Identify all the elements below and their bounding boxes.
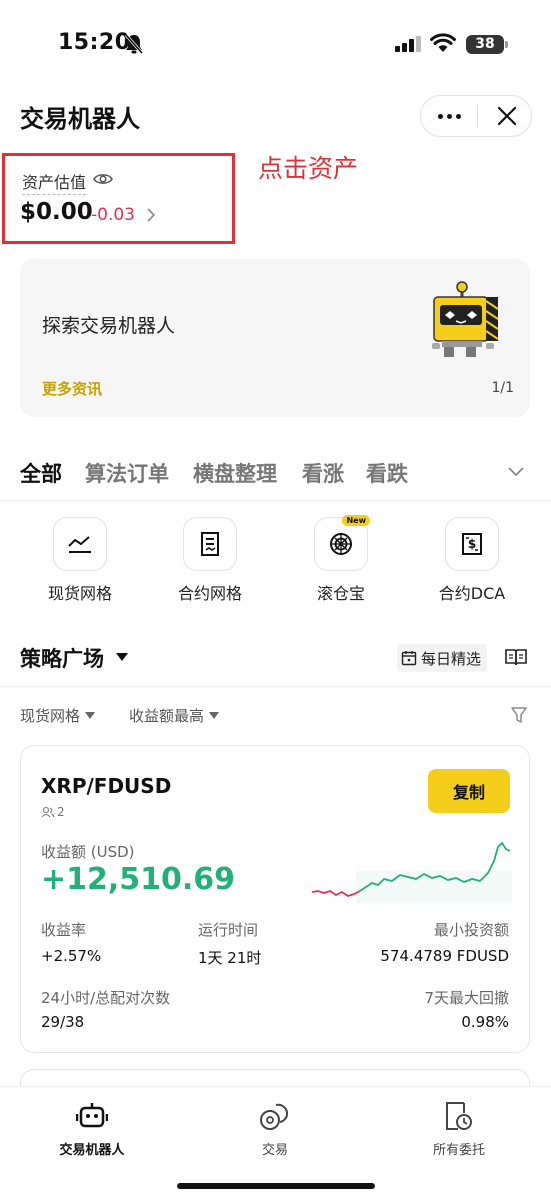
plaza-title[interactable]: 策略广场 xyxy=(20,643,104,673)
filter-sort[interactable]: 收益额最高 xyxy=(129,705,220,726)
annotation-text: 点击资产 xyxy=(258,154,359,183)
svg-text:$: $ xyxy=(468,537,476,551)
filter-funnel-icon[interactable] xyxy=(510,706,528,724)
more-icon[interactable] xyxy=(421,96,477,136)
runtime-value: 1天 21时 xyxy=(198,949,262,967)
drawdown-label: 7天最大回撤 xyxy=(424,989,509,1007)
strategy-label: 现货网格 xyxy=(47,584,112,603)
nav-label: 交易机器人 xyxy=(59,1143,125,1158)
page-title: 交易机器人 xyxy=(20,105,140,133)
banner-page-indicator: 1/1 xyxy=(491,380,514,396)
status-bar: 15:20 38 xyxy=(0,0,551,88)
pnl-label: 收益额 (USD) xyxy=(41,843,135,861)
user-count: 2 xyxy=(41,805,65,819)
filter-label: 现货网格 xyxy=(20,707,81,725)
asset-change: -0.03 xyxy=(91,205,135,225)
strategy-card[interactable]: XRP/FDUSD 2 复制 收益额 (USD) +12,510.69 收益率 … xyxy=(20,745,530,1053)
explore-banner[interactable]: 探索交易机器人 更多资讯 1/1 xyxy=(20,259,530,417)
chevron-right-icon[interactable] xyxy=(146,207,156,223)
battery-tip xyxy=(505,41,508,48)
divider xyxy=(0,500,551,501)
divider xyxy=(477,105,478,127)
chevron-down-icon[interactable] xyxy=(507,466,525,478)
strategy-rollover[interactable]: New 滚仓宝 xyxy=(286,515,396,604)
filter-strategy-type[interactable]: 现货网格 xyxy=(20,705,96,726)
book-icon[interactable] xyxy=(505,647,527,667)
nav-item-trading-bot[interactable]: 交易机器人 xyxy=(32,1099,152,1158)
close-icon[interactable] xyxy=(483,96,531,136)
tab-bullish[interactable]: 看涨 xyxy=(302,458,344,488)
tab-algo-orders[interactable]: 算法订单 xyxy=(85,458,169,488)
wifi-icon xyxy=(430,33,456,52)
strategy-futures-dca[interactable]: $ 合约DCA xyxy=(417,517,527,604)
asset-label: 资产估值 xyxy=(22,169,87,195)
banner-title: 探索交易机器人 xyxy=(42,315,176,337)
strategy-label: 滚仓宝 xyxy=(316,584,365,603)
new-badge: New xyxy=(342,515,370,526)
nav-label: 所有委托 xyxy=(432,1143,485,1158)
asset-value[interactable]: $0.00 xyxy=(20,199,93,225)
calendar-icon xyxy=(401,651,417,666)
battery-indicator: 38 xyxy=(466,35,504,54)
runtime-label: 运行时间 xyxy=(198,921,259,939)
caret-down-icon[interactable] xyxy=(115,652,129,662)
daily-picks-label: 每日精选 xyxy=(421,649,482,668)
min-invest-value: 574.4789 FDUSD xyxy=(380,947,509,965)
pnl-sparkline xyxy=(312,841,512,903)
strategy-label: 合约网格 xyxy=(177,584,242,603)
orders-icon xyxy=(446,1102,472,1130)
strategy-label: 合约DCA xyxy=(438,584,506,603)
tab-all[interactable]: 全部 xyxy=(20,458,62,488)
tab-bearish[interactable]: 看跌 xyxy=(366,458,408,488)
spot-grid-icon xyxy=(53,517,107,571)
tab-sideways[interactable]: 横盘整理 xyxy=(193,458,277,488)
min-invest-label: 最小投资额 xyxy=(433,921,509,939)
drawdown-value: 0.98% xyxy=(461,1013,509,1031)
robot-icon xyxy=(76,1103,108,1128)
trades-label: 24小时/总配对次数 xyxy=(41,989,171,1007)
strategy-spot-grid[interactable]: 现货网格 xyxy=(25,517,135,604)
divider xyxy=(0,686,551,687)
bell-off-icon xyxy=(124,34,144,54)
strategy-futures-grid[interactable]: 合约网格 xyxy=(155,517,265,604)
rollover-icon: New xyxy=(314,515,370,571)
header-actions xyxy=(420,95,532,137)
futures-grid-icon xyxy=(183,517,237,571)
copy-button[interactable]: 复制 xyxy=(428,769,510,813)
status-time: 15:20 xyxy=(58,30,131,55)
eye-icon[interactable] xyxy=(93,172,113,186)
filter-label: 收益额最高 xyxy=(129,707,205,725)
signal-icon xyxy=(395,36,421,52)
home-indicator xyxy=(177,1183,375,1189)
users-icon xyxy=(41,806,55,818)
trades-value: 29/38 xyxy=(41,1013,85,1031)
more-info-link[interactable]: 更多资讯 xyxy=(42,378,102,399)
robot-illustration xyxy=(432,281,499,357)
daily-picks-button[interactable]: 每日精选 xyxy=(397,644,488,672)
roi-label: 收益率 xyxy=(41,921,87,939)
caret-down-icon xyxy=(209,712,220,719)
pnl-value: +12,510.69 xyxy=(41,862,236,897)
roi-value: +2.57% xyxy=(41,947,102,965)
caret-down-icon xyxy=(85,712,96,719)
nav-item-trade[interactable]: 交易 xyxy=(215,1099,335,1158)
trading-pair: XRP/FDUSD xyxy=(41,774,172,798)
futures-dca-icon: $ xyxy=(445,517,499,571)
trade-icon xyxy=(260,1103,289,1130)
nav-label: 交易 xyxy=(261,1143,288,1158)
nav-item-all-orders[interactable]: 所有委托 xyxy=(399,1099,519,1158)
user-count-value: 2 xyxy=(57,805,65,819)
